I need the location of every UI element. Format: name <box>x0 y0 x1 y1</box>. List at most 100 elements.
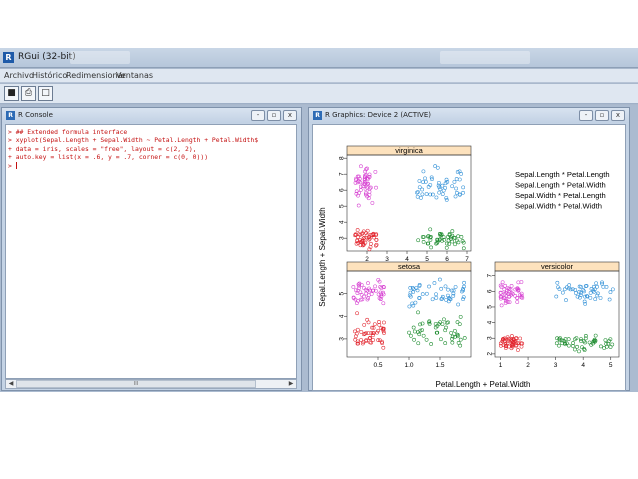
menu-item-historico[interactable]: Histórico <box>32 71 67 80</box>
console-restore-button[interactable]: ▫ <box>267 110 281 121</box>
data-point <box>416 310 420 315</box>
data-point <box>446 287 450 292</box>
data-point <box>416 341 421 346</box>
data-point <box>454 177 459 181</box>
app-titlebar[interactable]: R RGui (32-bit) <box>0 48 638 68</box>
data-point <box>420 292 425 297</box>
data-point <box>594 281 599 286</box>
console-line: + auto.key = list(x = .6, y = .7, corner… <box>8 153 209 162</box>
data-point <box>444 198 449 202</box>
data-point <box>461 297 465 302</box>
y-tick-label: 3 <box>339 236 346 240</box>
y-tick-label: 6 <box>487 289 494 293</box>
data-point <box>369 241 373 246</box>
data-point <box>500 280 505 285</box>
y-tick-label: 4 <box>339 314 346 318</box>
data-point <box>519 344 524 349</box>
x-tick-label: 2 <box>526 362 530 369</box>
r-graphics-window[interactable]: R R Graphics: Device 2 (ACTIVE) - ▫ x vi… <box>308 107 630 391</box>
data-point <box>367 192 372 197</box>
data-point <box>595 293 600 298</box>
console-prompt-line[interactable]: > <box>8 162 294 170</box>
console-output[interactable]: > ## Extended formula interface > xyplot… <box>5 124 297 379</box>
lattice-scatter-plot: virginica 2 3 4 5 6 7 3 4 5 6 7 8 setosa 0.5 1.0 1.5 3 4 5 v… <box>318 145 620 389</box>
data-point <box>573 291 578 295</box>
r-logo-icon: R <box>6 111 15 120</box>
window-button[interactable]: □ <box>38 86 53 101</box>
y-tick-label: 5 <box>487 305 494 309</box>
graphics-minimize-button[interactable]: - <box>579 110 593 121</box>
data-point <box>507 300 512 304</box>
data-point <box>413 300 418 305</box>
data-point <box>366 320 371 325</box>
console-titlebar[interactable]: R R Console - ▫ x <box>2 108 301 123</box>
r-console-window[interactable]: R R Console - ▫ x > ## Extended formula … <box>1 107 302 391</box>
print-button[interactable]: ⎙ <box>21 86 36 101</box>
data-point <box>370 201 375 205</box>
data-point <box>518 336 522 341</box>
data-point <box>455 320 460 325</box>
data-point <box>457 177 462 182</box>
y-tick-label: 7 <box>487 274 494 278</box>
data-point <box>598 296 603 300</box>
data-point <box>454 186 458 191</box>
data-point <box>424 337 429 342</box>
data-point <box>416 190 420 194</box>
console-minimize-button[interactable]: - <box>251 110 265 121</box>
data-point <box>428 227 433 232</box>
data-point <box>381 301 386 306</box>
toolbar: ■ ⎙ □ <box>0 84 638 104</box>
data-point <box>446 238 451 243</box>
y-tick-label: 2 <box>487 352 494 356</box>
r-logo-icon: R <box>3 52 14 63</box>
data-point <box>449 330 454 335</box>
data-point <box>456 302 461 307</box>
data-point <box>371 338 375 342</box>
data-point <box>365 228 370 233</box>
data-point <box>421 333 426 338</box>
data-point <box>453 194 458 199</box>
data-point <box>367 286 371 291</box>
data-point <box>459 235 464 239</box>
scroll-right-arrow-icon[interactable]: ▶ <box>286 380 296 388</box>
data-point <box>439 337 443 342</box>
open-script-button[interactable]: ■ <box>4 86 19 101</box>
data-point <box>424 192 429 196</box>
x-axis-label: Petal.Length + Petal.Width <box>436 380 531 389</box>
data-point <box>362 322 367 327</box>
data-point <box>462 336 467 340</box>
data-point <box>455 170 460 174</box>
graphics-titlebar[interactable]: R R Graphics: Device 2 (ACTIVE) - ▫ x <box>309 108 629 123</box>
data-point <box>516 348 520 352</box>
x-tick-label: 1 <box>499 362 503 369</box>
data-point <box>407 304 412 309</box>
data-point <box>557 343 561 348</box>
data-point <box>445 241 449 246</box>
data-point <box>461 190 465 195</box>
console-close-button[interactable]: x <box>283 110 297 121</box>
graphics-restore-button[interactable]: ▫ <box>595 110 609 121</box>
menu-item-ventanas[interactable]: Ventanas <box>116 71 153 80</box>
graphics-close-button[interactable]: x <box>611 110 625 121</box>
data-point <box>420 187 425 192</box>
console-horizontal-scrollbar[interactable]: ◀ III ▶ <box>5 379 297 389</box>
y-tick-label: 5 <box>339 204 346 208</box>
y-tick-label: 4 <box>487 320 494 324</box>
data-point <box>429 245 433 250</box>
console-line: + data = iris, scales = "free", layout =… <box>8 144 197 153</box>
data-point <box>599 344 603 349</box>
menu-item-archivo[interactable]: Archivo <box>4 71 34 80</box>
data-point <box>456 234 460 239</box>
data-point <box>453 242 457 247</box>
data-point <box>375 330 380 335</box>
x-tick-label: 4 <box>581 362 585 369</box>
data-point <box>408 286 413 290</box>
data-point <box>461 185 466 190</box>
data-point <box>596 291 600 296</box>
console-line: > ## Extended formula interface <box>8 128 128 136</box>
scrollbar-thumb[interactable]: III <box>16 380 256 388</box>
data-point <box>373 169 378 174</box>
scroll-left-arrow-icon[interactable]: ◀ <box>6 380 16 388</box>
data-point <box>577 349 581 354</box>
console-prompt: > <box>8 161 12 170</box>
